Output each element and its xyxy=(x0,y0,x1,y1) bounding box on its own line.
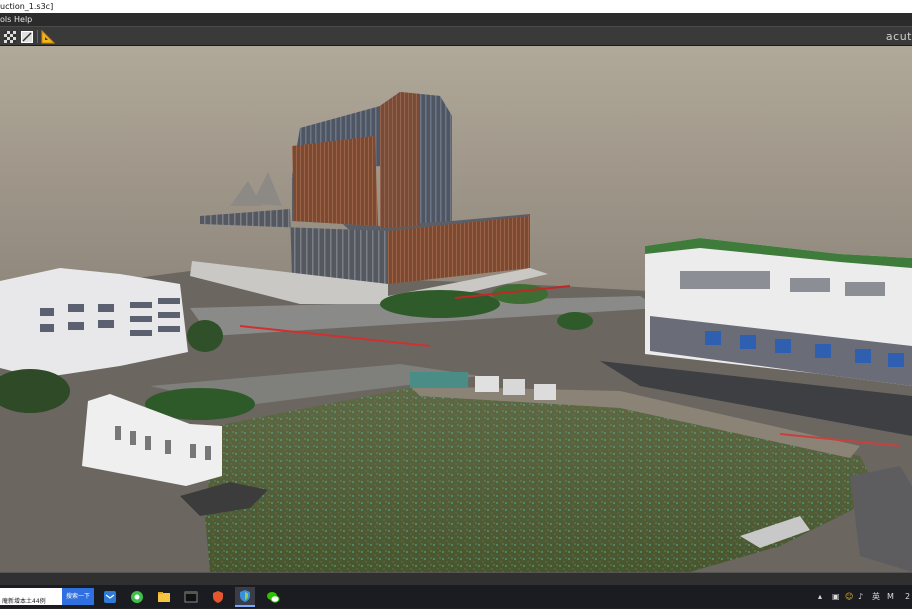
tower-bronze-facade xyxy=(292,136,378,226)
tray-chevron-up-icon[interactable]: ▴ xyxy=(818,585,822,608)
taskbar: 搜索一下 ▴ ▣ ☺ ♪ 英 M 2 xyxy=(0,585,912,609)
window-title-bar: uction_1.s3c] xyxy=(0,0,912,14)
taskbar-app-terminal[interactable] xyxy=(181,587,201,607)
taskbar-app-browser[interactable] xyxy=(127,587,147,607)
toolbar-separator xyxy=(37,30,38,43)
measure-button[interactable] xyxy=(41,29,56,44)
security-shield-icon xyxy=(213,591,223,603)
taskbar-search-box[interactable] xyxy=(0,588,62,609)
search-input[interactable] xyxy=(0,592,62,609)
tray-clock[interactable]: 2 xyxy=(905,585,910,608)
shield-app-icon xyxy=(240,590,250,602)
tray-emoji-icon[interactable]: ☺ xyxy=(845,585,853,608)
square-slash-icon xyxy=(21,31,33,43)
menu-item-help[interactable]: Help xyxy=(14,13,32,26)
app-brand: acut xyxy=(885,30,912,43)
ruler-triangle-icon xyxy=(41,29,56,44)
checkerboard-icon xyxy=(4,31,16,43)
tower-bronze-column xyxy=(380,92,420,228)
left-tree xyxy=(187,320,223,352)
site-teal-slab xyxy=(410,372,468,388)
3d-viewport[interactable] xyxy=(0,46,912,572)
checker-view-button[interactable] xyxy=(3,29,17,43)
site-cabin-3 xyxy=(534,384,556,400)
tray-ime-label[interactable]: 英 xyxy=(872,585,880,608)
taskbar-app-files[interactable] xyxy=(154,587,174,607)
point-cloud-scene xyxy=(0,46,912,572)
site-cabin-1 xyxy=(475,376,499,392)
taskbar-app-shield-active[interactable] xyxy=(235,587,255,607)
file-explorer-icon xyxy=(158,592,170,602)
tray-display-icon[interactable]: ▣ xyxy=(832,585,840,608)
mail-app-icon xyxy=(104,591,116,603)
site-cabin-2 xyxy=(503,379,525,395)
menu-bar: ols Help xyxy=(0,13,912,26)
status-strip xyxy=(0,572,912,586)
taskbar-app-wechat[interactable] xyxy=(263,587,283,607)
terminal-icon xyxy=(184,591,198,603)
toggle-view-button[interactable] xyxy=(20,29,34,43)
taskbar-app-security[interactable] xyxy=(208,587,228,607)
wechat-icon xyxy=(267,592,280,603)
taskbar-app-mail[interactable] xyxy=(100,587,120,607)
browser-icon xyxy=(131,591,143,603)
tree-cluster-small xyxy=(557,312,593,330)
tray-ime-mode[interactable]: M xyxy=(887,585,894,608)
window-title: uction_1.s3c] xyxy=(0,2,54,11)
tray-volume-icon[interactable]: ♪ xyxy=(858,585,863,608)
toolbar: acut xyxy=(0,26,912,46)
menu-item-tools[interactable]: ols xyxy=(0,13,11,26)
search-button[interactable]: 搜索一下 xyxy=(62,588,94,605)
